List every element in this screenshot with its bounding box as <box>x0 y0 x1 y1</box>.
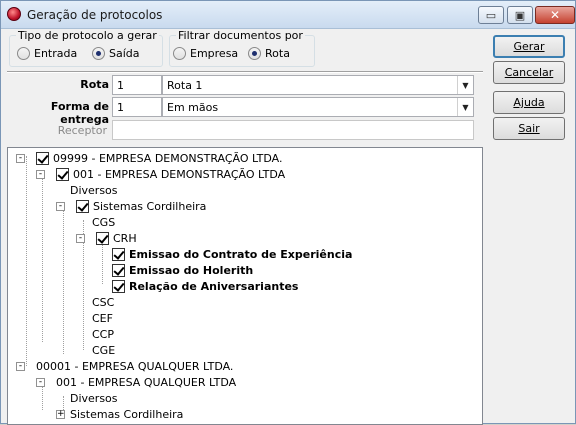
collapse-icon[interactable]: - <box>56 202 65 211</box>
chevron-down-icon[interactable]: ▼ <box>457 76 473 94</box>
radio-empresa-label: Empresa <box>190 47 239 60</box>
protocol-type-title: Tipo de protocolo a gerar <box>16 29 159 42</box>
tree-node-label: CRH <box>113 231 137 245</box>
tree-node-label: 001 - EMPRESA DEMONSTRAÇÃO LTDA <box>73 167 286 181</box>
radio-rota-dot[interactable] <box>248 47 261 60</box>
tree-node[interactable]: CCP <box>92 326 114 342</box>
maximize-icon: ▣ <box>514 8 526 22</box>
tree-node-label: CGE <box>92 343 116 357</box>
tree-node[interactable]: CGS <box>92 214 115 230</box>
tree-node[interactable]: Diversos <box>70 182 118 198</box>
tree-node-label: Emissao do Contrato de Experiência <box>129 247 353 261</box>
document-tree[interactable]: -09999 - EMPRESA DEMONSTRAÇÃO LTDA. -001 … <box>7 147 483 425</box>
tree-node-label: Emissao do Holerith <box>129 263 254 277</box>
tree-node-label: Diversos <box>70 391 118 405</box>
tree-node-checkbox[interactable] <box>56 167 69 181</box>
collapse-icon[interactable]: - <box>16 154 25 163</box>
receptor-input[interactable] <box>112 120 474 140</box>
tree-node[interactable]: Sistemas Cordilheira <box>76 198 206 214</box>
minimize-icon: ▭ <box>485 8 497 22</box>
tree-node[interactable]: Emissao do Contrato de Experiência <box>112 246 352 262</box>
expand-icon[interactable]: + <box>56 410 65 419</box>
separator <box>7 71 483 73</box>
tree-node-label: 09999 - EMPRESA DEMONSTRAÇÃO LTDA. <box>53 151 283 165</box>
sair-label: Sair <box>518 122 540 135</box>
tree-node-label: CGS <box>92 215 116 229</box>
tree-node[interactable]: 001 - EMPRESA QUALQUER LTDA <box>56 374 236 390</box>
tree-node-label: Diversos <box>70 183 118 197</box>
gerar-label: Gerar <box>513 40 545 53</box>
radio-empresa-dot[interactable] <box>173 47 186 60</box>
tree-node[interactable]: CEF <box>92 310 113 326</box>
window-title: Geração de protocolos <box>27 8 163 22</box>
title-bar[interactable]: Geração de protocolos ▭ ▣ ✕ <box>1 1 575 29</box>
ajuda-button[interactable]: Ajuda <box>493 91 565 114</box>
radio-saida-dot[interactable] <box>92 47 105 60</box>
gerar-button[interactable]: Gerar <box>493 35 565 58</box>
tree-node[interactable]: CGE <box>92 342 115 358</box>
rota-label: Rota <box>80 78 109 91</box>
chevron-down-icon[interactable]: ▼ <box>457 98 473 116</box>
tree-node-checkbox[interactable] <box>112 279 125 293</box>
collapse-icon[interactable]: - <box>16 362 25 371</box>
tree-node-checkbox[interactable] <box>76 199 89 213</box>
protocol-type-group: Tipo de protocolo a gerar Entrada Saída <box>9 29 163 67</box>
tree-node[interactable]: 00001 - EMPRESA QUALQUER LTDA. <box>36 358 233 374</box>
tree-node-checkbox[interactable] <box>112 247 125 261</box>
tree-node[interactable]: CRH <box>96 230 137 246</box>
minimize-button[interactable]: ▭ <box>478 6 504 24</box>
tree-node[interactable]: Diversos <box>70 390 118 406</box>
tree-node-checkbox[interactable] <box>96 231 109 245</box>
radio-empresa[interactable]: Empresa <box>173 47 238 60</box>
app-icon <box>7 7 21 21</box>
close-button[interactable]: ✕ <box>535 6 575 24</box>
tree-node-label: CCP <box>92 327 114 341</box>
protocol-generation-window: Geração de protocolos ▭ ▣ ✕ Tipo de prot… <box>0 0 576 425</box>
forma-code-input[interactable]: 1 <box>112 97 162 117</box>
collapse-icon[interactable]: - <box>36 378 45 387</box>
tree-node-checkbox[interactable] <box>112 263 125 277</box>
rota-code-input[interactable]: 1 <box>112 75 162 95</box>
tree-node-label: Sistemas Cordilheira <box>70 407 184 421</box>
forma-label: Forma de entrega <box>50 100 109 126</box>
receptor-label: Receptor <box>57 124 107 137</box>
radio-entrada[interactable]: Entrada <box>17 47 77 60</box>
tree-node-label: 00001 - EMPRESA QUALQUER LTDA. <box>36 359 234 373</box>
forma-select[interactable]: Em mãos ▼ <box>162 97 474 117</box>
tree-node[interactable]: 001 - EMPRESA DEMONSTRAÇÃO LTDA <box>56 166 285 182</box>
ajuda-label: Ajuda <box>513 96 545 109</box>
collapse-icon[interactable]: - <box>36 170 45 179</box>
sair-button[interactable]: Sair <box>493 117 565 140</box>
tree-node-label: CEF <box>92 311 113 325</box>
filter-title: Filtrar documentos por <box>176 29 305 42</box>
tree-node-label: Sistemas Cordilheira <box>93 199 207 213</box>
tree-node-label: Relação de Aniversariantes <box>129 279 299 293</box>
tree-node-label: 001 - EMPRESA QUALQUER LTDA <box>56 375 237 389</box>
radio-entrada-dot[interactable] <box>17 47 30 60</box>
cancelar-label: Cancelar <box>504 66 554 79</box>
radio-rota-label: Rota <box>265 47 290 60</box>
tree-node-checkbox[interactable] <box>36 151 49 165</box>
radio-entrada-label: Entrada <box>34 47 78 60</box>
collapse-icon[interactable]: - <box>76 234 85 243</box>
radio-saida[interactable]: Saída <box>92 47 140 60</box>
cancelar-button[interactable]: Cancelar <box>493 61 565 84</box>
tree-node[interactable]: Relação de Aniversariantes <box>112 278 298 294</box>
radio-saida-label: Saída <box>109 47 140 60</box>
tree-node[interactable]: CSC <box>92 294 114 310</box>
tree-node[interactable]: 09999 - EMPRESA DEMONSTRAÇÃO LTDA. <box>36 150 282 166</box>
maximize-button[interactable]: ▣ <box>507 6 533 24</box>
forma-select-value: Em mãos <box>167 101 219 114</box>
close-icon: ✕ <box>549 8 561 22</box>
tree-node[interactable]: Sistemas Cordilheira <box>70 406 183 422</box>
tree-node-label: CSC <box>92 295 115 309</box>
tree-node[interactable]: Emissao do Holerith <box>112 262 253 278</box>
rota-select[interactable]: Rota 1 ▼ <box>162 75 474 95</box>
radio-rota[interactable]: Rota <box>248 47 290 60</box>
filter-group: Filtrar documentos por Empresa Rota <box>169 29 315 67</box>
rota-select-value: Rota 1 <box>167 79 203 92</box>
